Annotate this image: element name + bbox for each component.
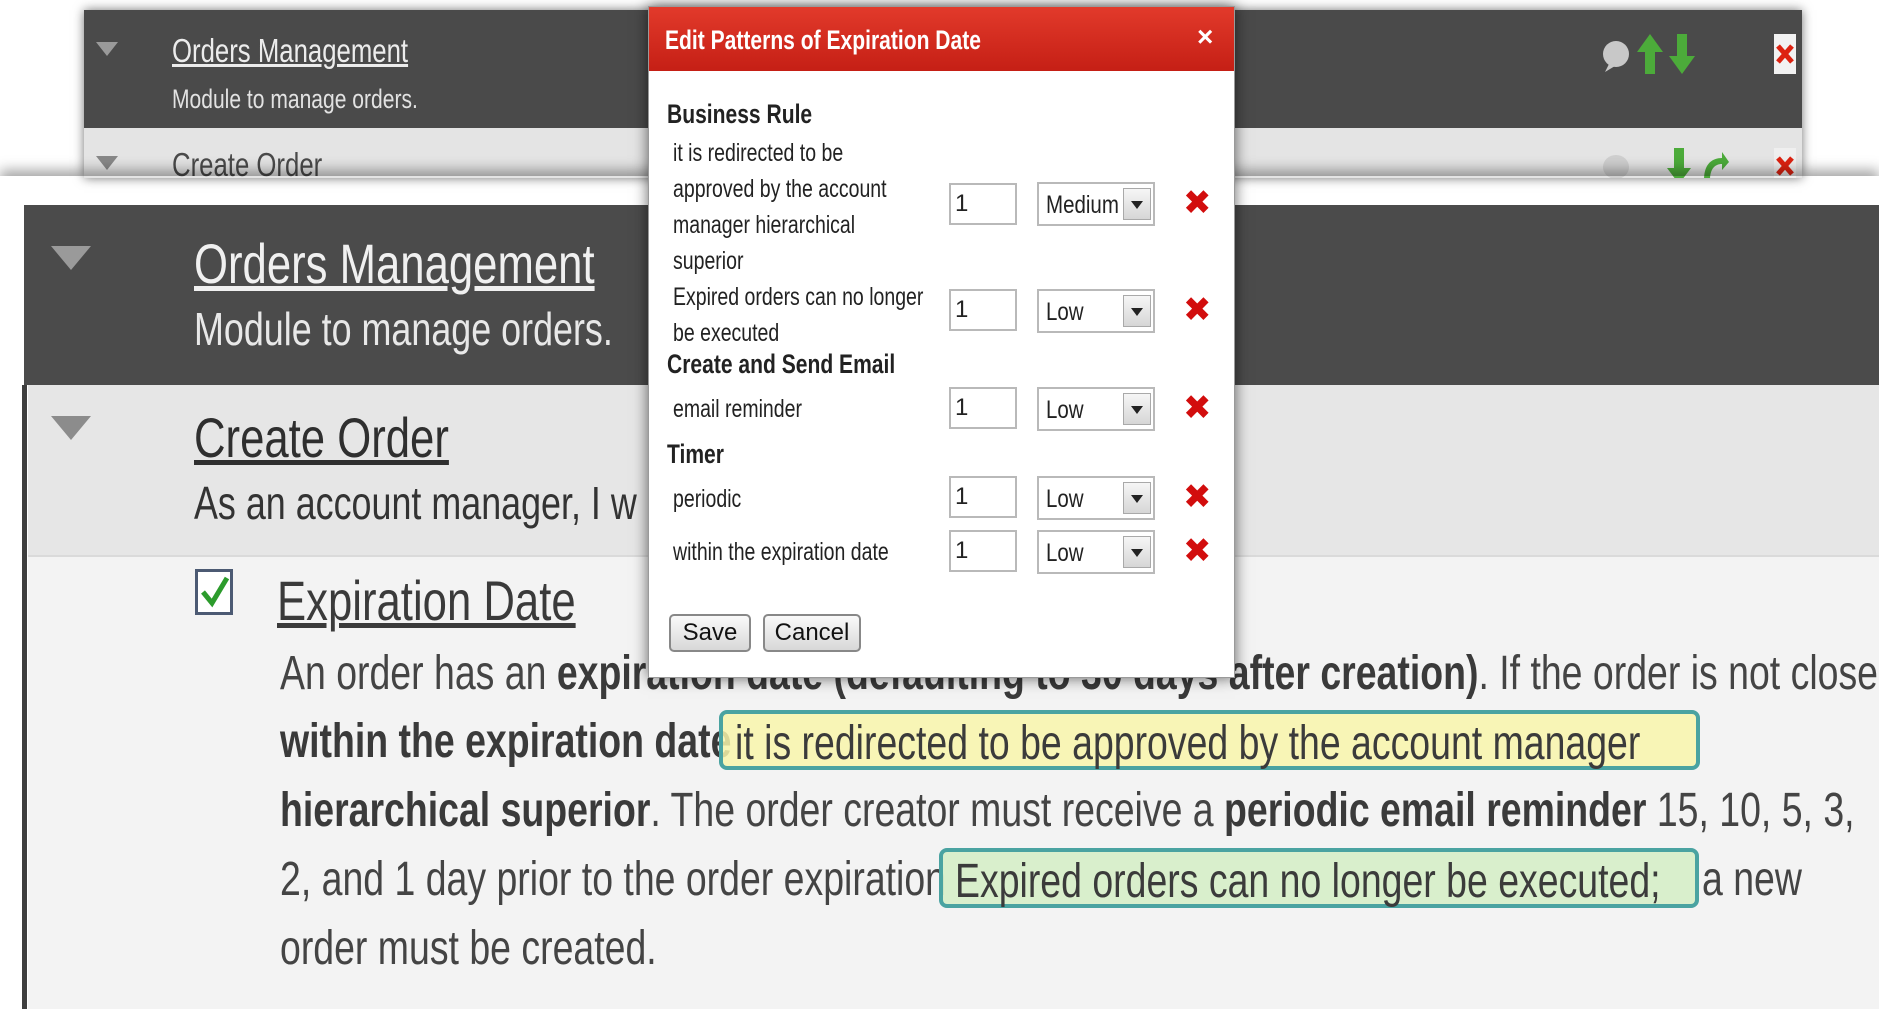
refresh-icon[interactable] (1700, 150, 1730, 178)
rule-label-5: within the expiration date (673, 538, 889, 566)
chevron-down-icon[interactable] (1123, 536, 1151, 568)
label-line: approved by the account (673, 175, 887, 203)
label-line: manager hierarchical (673, 211, 856, 239)
chevron-down-icon[interactable] (1123, 188, 1151, 220)
text-segment: An order has an (280, 647, 557, 700)
text-segment: . If the order is not closed (1478, 647, 1879, 700)
bg-collapse-arrow-icon[interactable] (96, 42, 118, 56)
keyword-segment: within the expiration date (280, 715, 732, 768)
expiration-checkbox[interactable] (195, 569, 233, 615)
move-up-icon[interactable] (1636, 32, 1664, 76)
module-title[interactable]: Orders Management (194, 231, 595, 296)
dialog-title: Edit Patterns of Expiration Date (665, 25, 981, 55)
highlight-text: Expired orders can no longer be executed… (955, 855, 1661, 908)
highlight-business-rule[interactable]: it is redirected to be approved by the a… (719, 710, 1700, 770)
edit-patterns-dialog: Edit Patterns of Expiration Date × Busin… (648, 6, 1235, 678)
rule-4-priority-select[interactable]: Low (1037, 476, 1155, 520)
bg-module-title[interactable]: Orders Management (172, 32, 408, 70)
paragraph-line-3: hierarchical superior. The order creator… (280, 783, 1855, 838)
selected-value: Low (1046, 485, 1084, 513)
chevron-down-icon[interactable] (1123, 393, 1151, 425)
move-down-icon-2[interactable] (1666, 146, 1692, 178)
chevron-down-icon[interactable] (1123, 295, 1151, 327)
selected-value: Low (1046, 298, 1084, 326)
delete-rule-5-icon[interactable]: ✖ (1183, 531, 1212, 571)
comment-icon[interactable] (1601, 38, 1631, 74)
text-segment: . The order creator must receive a (650, 784, 1225, 837)
close-icon[interactable]: × (1197, 21, 1213, 53)
rule-label-2: Expired orders can no longer be executed (673, 279, 923, 351)
label-line: Expired orders can no longer (673, 283, 924, 311)
text-segment: order must be created. (280, 922, 657, 975)
label-line: superior (673, 247, 744, 275)
rule-1-number-input[interactable] (949, 183, 1017, 225)
expiration-date-title[interactable]: Expiration Date (277, 568, 576, 633)
rule-5-priority-select[interactable]: Low (1037, 530, 1155, 574)
save-button[interactable]: Save (669, 614, 751, 652)
rule-label-3: email reminder (673, 395, 802, 423)
selected-value: Medium (1046, 191, 1119, 219)
delete-rule-3-icon[interactable]: ✖ (1183, 388, 1212, 428)
rule-4-number-input[interactable] (949, 476, 1017, 518)
selected-value: Low (1046, 396, 1084, 424)
checkmark-icon (201, 576, 230, 608)
rule-5-number-input[interactable] (949, 530, 1017, 572)
text-segment: 15, 10, 5, 3, (1646, 784, 1855, 837)
delete-icon-2[interactable] (1772, 146, 1798, 178)
keyword-segment: periodic email reminder (1224, 784, 1647, 837)
move-down-icon[interactable] (1668, 32, 1696, 76)
rule-3-priority-select[interactable]: Low (1037, 387, 1155, 431)
delete-rule-1-icon[interactable]: ✖ (1183, 183, 1212, 223)
section-timer: Timer (667, 439, 724, 469)
left-border (22, 385, 27, 1009)
text-segment: 2, and 1 day prior to the order expirati… (280, 853, 947, 906)
keyword-segment: hierarchical superior (280, 784, 651, 837)
text-segment: a new (1702, 853, 1802, 906)
paragraph-line-5: order must be created. (280, 921, 1512, 976)
create-order-collapse-icon[interactable] (51, 416, 91, 440)
module-description: Module to manage orders. (194, 303, 613, 355)
label-line: be executed (673, 319, 780, 347)
bg-collapse-arrow-icon-2[interactable] (96, 156, 118, 170)
rule-1-priority-select[interactable]: Medium (1037, 182, 1155, 226)
collapse-arrow-icon[interactable] (51, 246, 91, 270)
comment-icon-2[interactable] (1601, 152, 1631, 178)
rule-label-1: it is redirected to be approved by the a… (673, 135, 887, 279)
selected-value: Low (1046, 539, 1084, 567)
delete-rule-2-icon[interactable]: ✖ (1183, 290, 1212, 330)
rule-label-4: periodic (673, 485, 742, 513)
paragraph-line-4b: a new (1702, 852, 1835, 907)
rule-3-number-input[interactable] (949, 387, 1017, 429)
chevron-down-icon[interactable] (1123, 482, 1151, 514)
rule-2-priority-select[interactable]: Low (1037, 289, 1155, 333)
highlight-expired-orders[interactable]: Expired orders can no longer be executed… (939, 848, 1699, 908)
delete-document-icon[interactable] (1772, 32, 1798, 76)
create-order-description: As an account manager, I w (194, 477, 637, 529)
bg-module-desc: Module to manage orders. (172, 84, 418, 114)
create-order-title[interactable]: Create Order (194, 405, 449, 470)
section-create-send-email: Create and Send Email (667, 349, 896, 379)
section-business-rule: Business Rule (667, 99, 813, 129)
label-line: it is redirected to be (673, 139, 844, 167)
rule-2-number-input[interactable] (949, 289, 1017, 331)
highlight-text: it is redirected to be approved by the a… (735, 717, 1641, 770)
bg-create-order-title[interactable]: Create Order (172, 146, 322, 178)
delete-rule-4-icon[interactable]: ✖ (1183, 477, 1212, 517)
cancel-button[interactable]: Cancel (763, 614, 861, 652)
